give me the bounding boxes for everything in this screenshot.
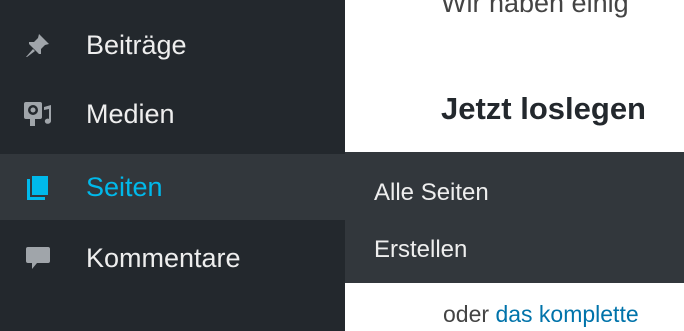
sidebar-item-seiten[interactable]: Seiten: [0, 154, 345, 220]
submenu-item-erstellen[interactable]: Erstellen: [374, 236, 467, 264]
sidebar-item-label: Medien: [86, 98, 175, 129]
seiten-submenu: Alle Seiten Erstellen: [345, 152, 684, 283]
sidebar-item-label: Kommentare: [86, 242, 241, 273]
media-icon: [22, 98, 54, 130]
sidebar-item-beitraege[interactable]: Beiträge: [0, 13, 345, 77]
section-title: Jetzt loslegen: [441, 91, 646, 126]
sidebar-item-label: Seiten: [86, 171, 163, 202]
bottom-link[interactable]: das komplette: [495, 301, 638, 327]
admin-sidebar: Beiträge Medien Seiten Kommentare: [0, 0, 345, 331]
bottom-text: oder das komplette: [443, 301, 639, 328]
submenu-pointer: [326, 173, 345, 203]
comment-icon: [22, 242, 54, 274]
pin-icon: [22, 29, 54, 61]
intro-text: Wir haben einig: [441, 0, 629, 18]
submenu-item-alle-seiten[interactable]: Alle Seiten: [374, 179, 489, 207]
bottom-text-prefix: oder: [443, 301, 496, 327]
sidebar-item-medien[interactable]: Medien: [0, 82, 345, 146]
sidebar-item-label: Beiträge: [86, 29, 187, 60]
sidebar-item-kommentare[interactable]: Kommentare: [0, 226, 345, 290]
pages-icon: [22, 171, 54, 203]
